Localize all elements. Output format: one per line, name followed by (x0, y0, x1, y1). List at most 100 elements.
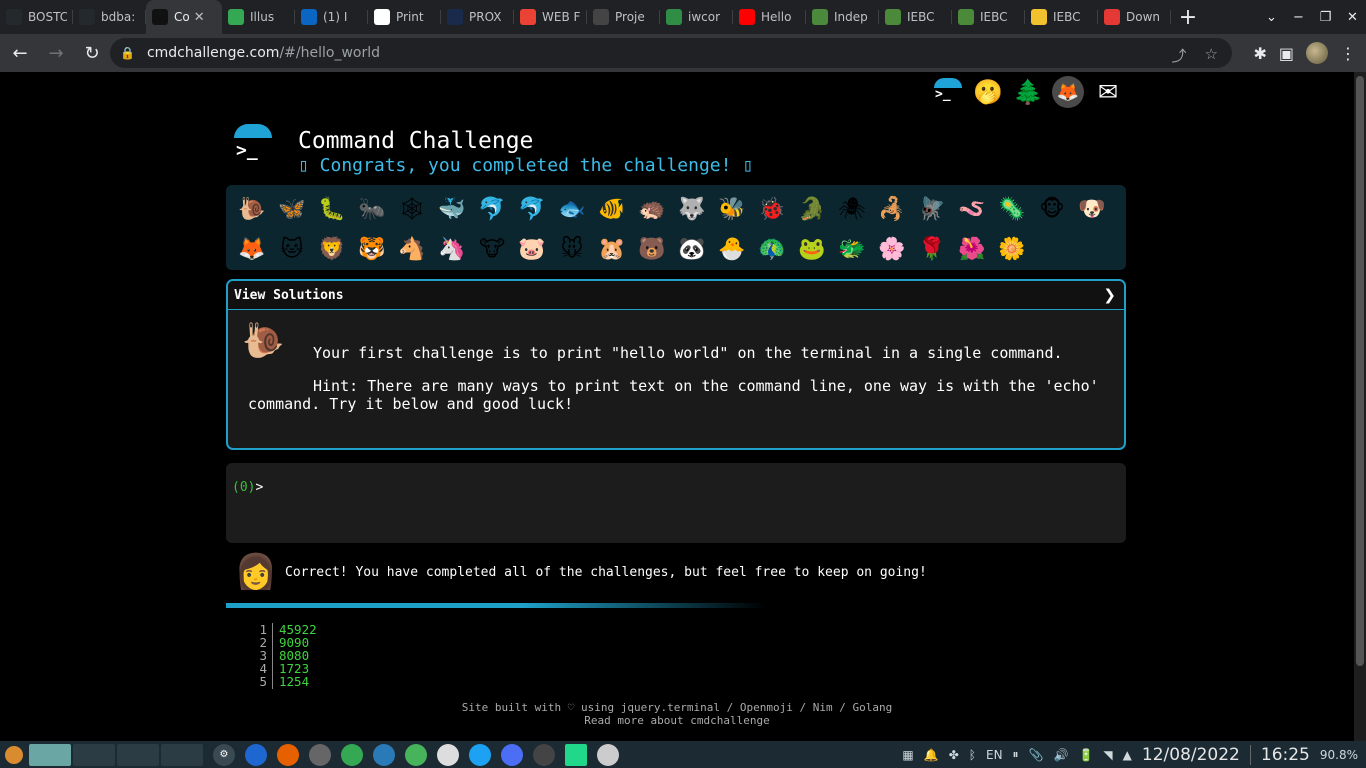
browser-tab[interactable]: WEB F (514, 0, 587, 34)
challenge-animal-icon[interactable]: 🐵 (1032, 189, 1072, 229)
browser-tab[interactable]: Hello (733, 0, 806, 34)
forward-button[interactable]: → (40, 37, 72, 69)
settings-app-icon[interactable]: ⚙ (213, 743, 235, 766)
tab-close-icon[interactable]: ✕ (194, 10, 205, 25)
terminal-prompt[interactable]: (0)> (232, 480, 263, 495)
challenge-animal-icon[interactable]: 🐳 (432, 189, 472, 229)
browser-tab[interactable]: iwcor (660, 0, 733, 34)
view-solutions-toggle[interactable]: View Solutions ❯ (228, 281, 1124, 310)
challenge-animal-icon[interactable]: 🐭 (552, 229, 592, 269)
challenge-animal-icon[interactable]: 🐣 (712, 229, 752, 269)
challenge-animal-icon[interactable]: 🐯 (352, 229, 392, 269)
back-button[interactable]: ← (4, 37, 36, 69)
challenge-animal-icon[interactable]: 🦔 (632, 189, 672, 229)
keyboard-layout[interactable]: EN (986, 748, 1003, 762)
volume-icon[interactable]: 🔊 (1054, 748, 1069, 762)
browser-tab[interactable]: Down (1098, 0, 1171, 34)
shushing-face-icon[interactable]: 🫢 (972, 76, 1004, 108)
browser-tab[interactable]: bdba: (73, 0, 146, 34)
challenge-animal-icon[interactable]: 🕷 (832, 189, 872, 229)
email-icon[interactable]: ✉ (1092, 76, 1124, 108)
challenge-animal-icon[interactable]: 🐮 (472, 229, 512, 269)
challenge-animal-icon[interactable]: 🐻 (632, 229, 672, 269)
pause-icon[interactable]: ⏸ (1013, 747, 1019, 762)
terminal[interactable]: (0)> (226, 463, 1126, 543)
slack-tray-icon[interactable]: ✤ (949, 748, 959, 762)
challenge-animal-icon[interactable]: 🐺 (672, 189, 712, 229)
browser-tab[interactable]: PROX (441, 0, 514, 34)
challenge-animal-icon[interactable]: 🪱 (952, 189, 992, 229)
challenge-animal-icon[interactable]: 🐴 (392, 229, 432, 269)
workspace-3[interactable] (117, 743, 159, 766)
browser-tab[interactable]: Print (368, 0, 441, 34)
challenge-animal-icon[interactable]: 🐶 (1072, 189, 1112, 229)
challenge-animal-icon[interactable]: 🦁 (312, 229, 352, 269)
browser-tab[interactable]: Proje (587, 0, 660, 34)
tab-search-icon[interactable]: ⌄ (1258, 10, 1285, 25)
challenge-animal-icon[interactable]: 🌹 (912, 229, 952, 269)
whatsapp-app-icon[interactable] (405, 743, 427, 766)
battery-icon[interactable]: 🔋 (1078, 748, 1093, 762)
browser-tab[interactable]: Illus (222, 0, 295, 34)
date[interactable]: 12/08/2022 (1142, 745, 1240, 765)
browser-menu-icon[interactable]: ⋮ (1340, 44, 1356, 63)
browser-tab[interactable]: (1) I (295, 0, 368, 34)
clipboard-icon[interactable]: 📎 (1029, 748, 1044, 762)
scrollbar-thumb[interactable] (1356, 76, 1364, 666)
new-tab-button[interactable]: + (1171, 0, 1205, 34)
image-viewer-icon[interactable]: ▦ (902, 748, 913, 762)
browser-tab[interactable]: Indep (806, 0, 879, 34)
challenge-animal-icon[interactable]: 🦠 (992, 189, 1032, 229)
tree-icon[interactable]: 🌲 (1012, 76, 1044, 108)
cmdchallenge-logo-icon[interactable]: >_ (932, 76, 964, 108)
pycharm-app-icon[interactable] (565, 743, 587, 766)
tray-expand-icon[interactable]: ▲ (1123, 748, 1132, 762)
extensions-icon[interactable]: ✱ (1253, 44, 1266, 63)
media-app-icon[interactable] (533, 743, 555, 766)
terminal-app-icon[interactable] (309, 743, 331, 766)
challenge-animal-icon[interactable]: 🐠 (592, 189, 632, 229)
page-scrollbar[interactable] (1354, 72, 1366, 741)
challenge-animal-icon[interactable]: 🐱 (272, 229, 312, 269)
challenge-animal-icon[interactable]: 🐸 (792, 229, 832, 269)
browser-app-icon[interactable] (245, 743, 267, 766)
challenge-animal-icon[interactable]: 🐼 (672, 229, 712, 269)
workspace-2[interactable] (73, 743, 115, 766)
challenge-animal-icon[interactable]: 🦂 (872, 189, 912, 229)
notifications-icon[interactable]: 🔔 (924, 748, 939, 762)
side-panel-icon[interactable]: ▣ (1279, 44, 1294, 63)
challenge-animal-icon[interactable]: 🦋 (272, 189, 312, 229)
challenge-animal-icon[interactable]: 🦊 (232, 229, 272, 269)
challenge-animal-icon[interactable]: 🐊 (792, 189, 832, 229)
browser-tab[interactable]: IEBC (879, 0, 952, 34)
browser-tab[interactable]: IEBC (1025, 0, 1098, 34)
challenge-animal-icon[interactable]: 🕸 (392, 189, 432, 229)
minimize-button[interactable]: − (1285, 10, 1312, 25)
challenge-animal-icon[interactable]: 🐬 (512, 189, 552, 229)
telegram-app-icon[interactable] (469, 743, 491, 766)
challenge-animal-icon[interactable]: 🐷 (512, 229, 552, 269)
browser-tab[interactable]: BOSTC (0, 0, 73, 34)
challenge-animal-icon[interactable]: 🌸 (872, 229, 912, 269)
bookmark-star-icon[interactable]: ☆ (1205, 45, 1218, 66)
challenge-animal-icon[interactable]: 🐝 (712, 189, 752, 229)
vpn-app-icon[interactable] (501, 743, 523, 766)
challenge-animal-icon[interactable]: 🌼 (992, 229, 1032, 269)
vscode-app-icon[interactable] (373, 743, 395, 766)
gitlab-icon[interactable]: 🦊 (1052, 76, 1084, 108)
challenge-animal-icon[interactable]: 🐹 (592, 229, 632, 269)
challenge-animal-icon[interactable]: 🐜 (352, 189, 392, 229)
challenge-animal-icon[interactable]: 🐟 (552, 189, 592, 229)
challenge-animal-icon[interactable]: 🐞 (752, 189, 792, 229)
wifi-icon[interactable]: ◥ (1103, 748, 1112, 762)
challenge-animal-icon[interactable]: 🐛 (312, 189, 352, 229)
bluetooth-icon[interactable]: ᛒ (969, 748, 976, 762)
browser-tab[interactable]: Co ✕ (146, 0, 222, 34)
challenge-animal-icon[interactable]: 🦚 (752, 229, 792, 269)
firefox-app-icon[interactable] (277, 743, 299, 766)
share-icon[interactable]: ⤴ (1172, 45, 1187, 66)
workspace-1[interactable] (29, 743, 71, 766)
workspace-4[interactable] (161, 743, 203, 766)
challenge-animal-icon[interactable]: 🐌 (232, 189, 272, 229)
read-more-link[interactable]: Read more about cmdchallenge (0, 714, 1354, 727)
